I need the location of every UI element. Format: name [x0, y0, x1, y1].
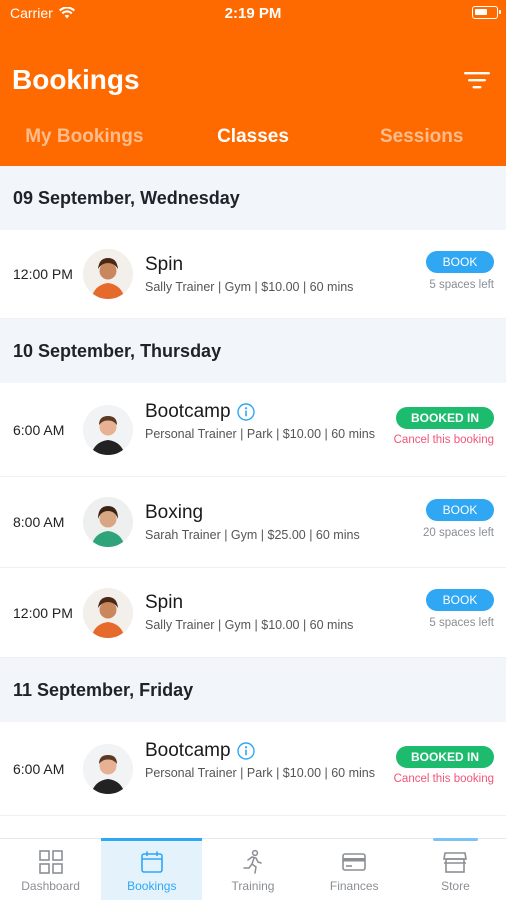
tab-label: Store [441, 879, 470, 893]
tab-label: Bookings [127, 879, 177, 893]
booking-action: BOOK 5 spaces left [374, 589, 494, 629]
class-meta: Personal Trainer | Park | $10.00 | 60 mi… [145, 766, 375, 780]
app-header: Carrier 2:19 PM Bookings My Bookings Cla… [0, 0, 506, 166]
class-details: Boxing Sarah Trainer | Gym | $25.00 | 60… [145, 502, 376, 544]
tab-training[interactable]: Training [202, 839, 303, 900]
booking-tabs: My Bookings Classes Sessions [0, 120, 506, 156]
info-icon[interactable] [236, 403, 255, 421]
trainer-avatar [83, 404, 133, 455]
booked-in-badge: BOOKED IN [396, 407, 494, 429]
calendar-icon [140, 851, 163, 873]
bottom-tab-bar: Dashboard Bookings Training Finances Sto… [0, 838, 506, 900]
page-title: Bookings [12, 64, 140, 95]
spaces-left: 5 spaces left [429, 617, 494, 629]
book-button[interactable]: BOOK [426, 251, 494, 273]
card-icon [342, 853, 367, 871]
trainer-avatar [83, 743, 133, 794]
booked-in-badge: BOOKED IN [396, 746, 494, 768]
spaces-left: 20 spaces left [423, 527, 494, 539]
class-row[interactable]: 8:00 AM Boxing Sarah Trainer | Gym | $25… [0, 477, 506, 568]
class-meta: Sally Trainer | Gym | $10.00 | 60 mins [145, 280, 354, 294]
tab-store[interactable]: Store [405, 838, 506, 900]
day-header: 10 September, Thursday [0, 319, 506, 383]
class-row[interactable]: 6:00 AM Bootcamp Personal Trainer | Park… [0, 722, 506, 816]
class-meta: Sally Trainer | Gym | $10.00 | 60 mins [145, 618, 354, 632]
tab-finances[interactable]: Finances [304, 839, 405, 900]
class-meta: Sarah Trainer | Gym | $25.00 | 60 mins [145, 528, 360, 542]
info-icon[interactable] [236, 742, 255, 760]
tab-label: Training [231, 879, 275, 893]
classes-list: 09 September, Wednesday 12:00 PM Spin Sa… [0, 166, 506, 816]
day-header: 09 September, Wednesday [0, 166, 506, 230]
booking-action: BOOK 5 spaces left [374, 251, 494, 291]
booking-action: BOOK 20 spaces left [374, 499, 494, 539]
cancel-booking-link[interactable]: Cancel this booking [374, 773, 494, 785]
booking-action: BOOKED IN Cancel this booking [374, 407, 494, 446]
tab-sessions[interactable]: Sessions [337, 120, 506, 156]
tab-my-bookings[interactable]: My Bookings [0, 120, 169, 156]
class-row[interactable]: 12:00 PM Spin Sally Trainer | Gym | $10.… [0, 230, 506, 319]
spaces-left: 5 spaces left [429, 279, 494, 291]
class-time: 6:00 AM [13, 760, 65, 777]
class-row[interactable]: 6:00 AM Bootcamp Personal Trainer | Park… [0, 383, 506, 477]
class-time: 6:00 AM [13, 421, 65, 438]
book-button[interactable]: BOOK [426, 589, 494, 611]
tab-label: Dashboard [21, 879, 80, 893]
book-button[interactable]: BOOK [426, 499, 494, 521]
class-meta: Personal Trainer | Park | $10.00 | 60 mi… [145, 427, 375, 441]
day-header: 11 September, Friday [0, 658, 506, 722]
tab-bookings[interactable]: Bookings [101, 838, 203, 900]
status-bar: Carrier 2:19 PM [0, 0, 506, 28]
class-time: 12:00 PM [13, 604, 73, 621]
running-icon [243, 849, 262, 874]
tab-classes[interactable]: Classes [169, 120, 338, 156]
trainer-avatar [83, 587, 133, 638]
tab-dashboard[interactable]: Dashboard [0, 839, 101, 900]
class-name: Bootcamp [145, 740, 376, 762]
class-details: Bootcamp Personal Trainer | Park | $10.0… [145, 740, 376, 782]
trainer-avatar [83, 497, 133, 547]
store-icon [443, 852, 468, 873]
class-details: Spin Sally Trainer | Gym | $10.00 | 60 m… [145, 592, 376, 634]
booking-action: BOOKED IN Cancel this booking [374, 746, 494, 785]
class-time: 8:00 AM [13, 514, 65, 530]
class-name: Spin [145, 592, 184, 613]
class-name: Boxing [145, 502, 204, 523]
tab-label: Finances [329, 879, 379, 893]
dashboard-icon [38, 850, 63, 874]
class-name: Spin [145, 254, 184, 275]
trainer-avatar [83, 249, 133, 299]
class-name: Bootcamp [145, 401, 376, 423]
class-details: Spin Sally Trainer | Gym | $10.00 | 60 m… [145, 254, 376, 296]
cancel-booking-link[interactable]: Cancel this booking [374, 434, 494, 446]
class-time: 12:00 PM [13, 266, 73, 282]
status-time: 2:19 PM [224, 5, 282, 22]
class-row[interactable]: 12:00 PM Spin Sally Trainer | Gym | $10.… [0, 568, 506, 658]
class-details: Bootcamp Personal Trainer | Park | $10.0… [145, 401, 376, 443]
battery-icon [472, 6, 501, 19]
filter-icon[interactable] [464, 70, 490, 90]
